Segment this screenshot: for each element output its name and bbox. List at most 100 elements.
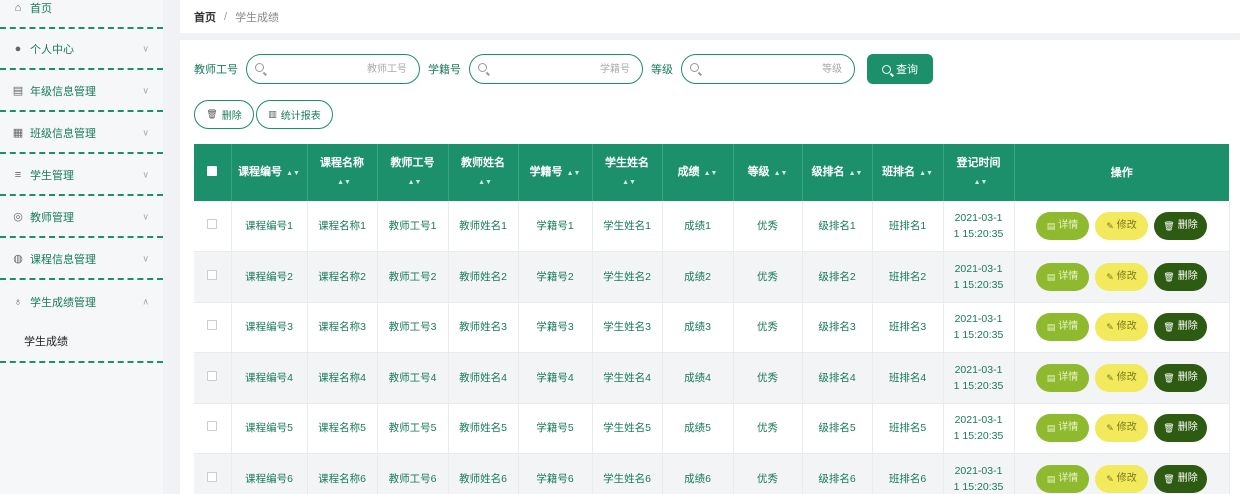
detail-button[interactable]: ▤ 详情 bbox=[1036, 313, 1089, 342]
sort-icon[interactable]: ▲▼ bbox=[622, 174, 636, 192]
breadcrumb-current: 学生成绩 bbox=[235, 11, 280, 24]
user-icon: ● bbox=[14, 42, 22, 55]
sort-icon[interactable]: ▲▼ bbox=[408, 174, 422, 192]
detail-button[interactable]: ▤ 详情 bbox=[1036, 464, 1089, 493]
sidebar-item-home[interactable]: ⌂ 首页 bbox=[0, 0, 163, 29]
sidebar-item-grade-info[interactable]: ▤ 年级信息管理 ∨ bbox=[0, 71, 163, 112]
cell-class-rank: 班排名3 bbox=[872, 302, 944, 353]
search-button[interactable]: 查询 bbox=[867, 54, 933, 84]
row-select-cell[interactable] bbox=[194, 251, 232, 303]
header-student-name[interactable]: 学生姓名 ▲▼ bbox=[592, 144, 663, 201]
row-select-cell[interactable] bbox=[194, 453, 232, 494]
breadcrumb-home[interactable]: 首页 bbox=[194, 9, 216, 25]
sort-icon[interactable]: ▲▼ bbox=[919, 165, 933, 183]
delete-button[interactable]: 🗑 删除 bbox=[1154, 363, 1207, 392]
time-part: 1 15:20:35 bbox=[953, 430, 1004, 443]
sort-icon[interactable]: ▲▼ bbox=[337, 174, 351, 192]
search-form: 教师工号 学籍号 等级 查询 bbox=[194, 54, 933, 84]
sidebar-item-student-mgmt[interactable]: ≡ 学生管理 ∨ bbox=[0, 155, 163, 196]
report-button[interactable]: ▥ 统计报表 bbox=[256, 100, 333, 129]
header-class-rank[interactable]: 班排名 ▲▼ bbox=[872, 144, 944, 201]
delete-button[interactable]: 🗑 删除 bbox=[1154, 212, 1207, 240]
delete-button[interactable]: 🗑 删除 bbox=[1154, 414, 1207, 443]
edit-button[interactable]: ✎ 修改 bbox=[1095, 262, 1148, 291]
header-teacher-name[interactable]: 教师姓名 ▲▼ bbox=[448, 144, 519, 201]
select-all-cell[interactable] bbox=[194, 144, 232, 201]
row-checkbox[interactable] bbox=[207, 269, 218, 280]
sort-icon[interactable]: ▲▼ bbox=[567, 165, 581, 183]
student-id-input[interactable] bbox=[490, 55, 630, 83]
time-part: 2021-03-1 bbox=[954, 212, 1003, 224]
row-select-cell[interactable] bbox=[194, 302, 232, 353]
trash-icon: 🗑 bbox=[206, 109, 218, 119]
detail-button[interactable]: ▤ 详情 bbox=[1036, 414, 1089, 443]
sidebar-item-score-mgmt[interactable]: ♁ 学生成绩管理 ∧ bbox=[0, 281, 163, 322]
time-part: 1 15:20:35 bbox=[953, 228, 1004, 240]
cell-teacher-name: 教师姓名3 bbox=[448, 302, 519, 353]
sidebar-item-course-info[interactable]: ◍ 课程信息管理 ∨ bbox=[0, 239, 163, 280]
header-student-id[interactable]: 学籍号 ▲▼ bbox=[518, 144, 593, 201]
time-part: 1 15:20:35 bbox=[953, 379, 1004, 392]
header-course-code[interactable]: 课程编号 ▲▼ bbox=[231, 144, 308, 201]
detail-label: 详情 bbox=[1058, 371, 1079, 383]
trash-icon: 🗑 bbox=[1163, 322, 1175, 333]
edit-button[interactable]: ✎ 修改 bbox=[1095, 464, 1148, 493]
table-row: 课程编号2 课程名称2 教师工号2 教师姓名2 学籍号2 学生姓名2 成绩2 优秀 级排名2 班排… bbox=[194, 251, 1230, 303]
header-course-name[interactable]: 课程名称 ▲▼ bbox=[307, 144, 378, 201]
row-checkbox[interactable] bbox=[207, 320, 218, 331]
sidebar-item-teacher-mgmt[interactable]: ◎ 教师管理 ∨ bbox=[0, 197, 163, 238]
document-icon: ▤ bbox=[1046, 271, 1056, 282]
header-time[interactable]: 登记时间 ▲▼ bbox=[943, 144, 1015, 201]
teacher-id-field[interactable] bbox=[246, 54, 420, 84]
table-row: 课程编号5 课程名称5 教师工号5 教师姓名5 学籍号5 学生姓名5 成绩5 优秀 级排名5 班排… bbox=[194, 403, 1230, 454]
cell-grade-rank: 级排名5 bbox=[802, 403, 873, 454]
detail-button[interactable]: ▤ 详情 bbox=[1036, 363, 1089, 392]
search-icon bbox=[478, 63, 487, 72]
edit-button[interactable]: ✎ 修改 bbox=[1095, 414, 1148, 443]
row-select-cell[interactable] bbox=[194, 201, 232, 252]
sort-icon[interactable]: ▲▼ bbox=[478, 174, 492, 192]
document-icon: ▤ bbox=[1046, 423, 1056, 434]
header-grade-rank[interactable]: 级排名 ▲▼ bbox=[802, 144, 873, 201]
delete-button[interactable]: 🗑 删除 bbox=[1154, 262, 1207, 291]
cell-course-code: 课程编号4 bbox=[231, 352, 308, 404]
sort-icon[interactable]: ▲▼ bbox=[286, 165, 300, 183]
header-score[interactable]: 成绩 ▲▼ bbox=[662, 144, 734, 201]
edit-button[interactable]: ✎ 修改 bbox=[1095, 313, 1148, 342]
header-level[interactable]: 等级 ▲▼ bbox=[733, 144, 803, 201]
row-checkbox[interactable] bbox=[207, 219, 218, 229]
row-checkbox[interactable] bbox=[207, 370, 218, 381]
teacher-id-input[interactable] bbox=[267, 55, 407, 83]
sort-icon[interactable]: ▲▼ bbox=[974, 174, 988, 192]
sort-icon[interactable]: ▲▼ bbox=[704, 165, 718, 183]
delete-button[interactable]: 🗑 删除 bbox=[1154, 313, 1207, 342]
header-teacher-id[interactable]: 教师工号 ▲▼ bbox=[377, 144, 449, 201]
detail-button[interactable]: ▤ 详情 bbox=[1036, 262, 1089, 291]
edit-button[interactable]: ✎ 修改 bbox=[1095, 363, 1148, 392]
grade-input[interactable] bbox=[702, 55, 842, 83]
edit-button[interactable]: ✎ 修改 bbox=[1095, 212, 1148, 240]
sort-icon[interactable]: ▲▼ bbox=[774, 165, 788, 183]
cell-level: 优秀 bbox=[733, 453, 803, 494]
student-id-field[interactable] bbox=[469, 54, 643, 84]
search-icon bbox=[690, 63, 699, 72]
cell-score: 成绩3 bbox=[662, 302, 734, 353]
document-icon: ▤ bbox=[1046, 221, 1056, 231]
table-row: 课程编号1 课程名称1 教师工号1 教师姓名1 学籍号1 学生姓名1 成绩1 优秀 级排名1 班排… bbox=[194, 201, 1230, 252]
sort-icon[interactable]: ▲▼ bbox=[849, 165, 863, 183]
batch-delete-button[interactable]: 🗑 删除 bbox=[194, 100, 254, 129]
submenu-item-student-score[interactable]: 学生成绩 bbox=[0, 321, 163, 363]
delete-button[interactable]: 🗑 删除 bbox=[1154, 464, 1207, 493]
student-id-label: 学籍号 bbox=[428, 64, 461, 76]
row-checkbox[interactable] bbox=[207, 421, 218, 432]
clipboard-icon: ▤ bbox=[12, 85, 24, 97]
sidebar-item-class-info[interactable]: ▦ 班级信息管理 ∨ bbox=[0, 113, 163, 154]
row-select-cell[interactable] bbox=[194, 352, 232, 404]
row-select-cell[interactable] bbox=[194, 403, 232, 454]
detail-button[interactable]: ▤ 详情 bbox=[1036, 212, 1089, 240]
row-checkbox[interactable] bbox=[207, 471, 218, 482]
grade-field[interactable] bbox=[681, 54, 855, 84]
sidebar-item-personal-center[interactable]: ● 个人中心 ∨ bbox=[0, 29, 163, 70]
select-all-checkbox[interactable] bbox=[207, 165, 218, 176]
header-label: 教师姓名 bbox=[461, 156, 505, 169]
